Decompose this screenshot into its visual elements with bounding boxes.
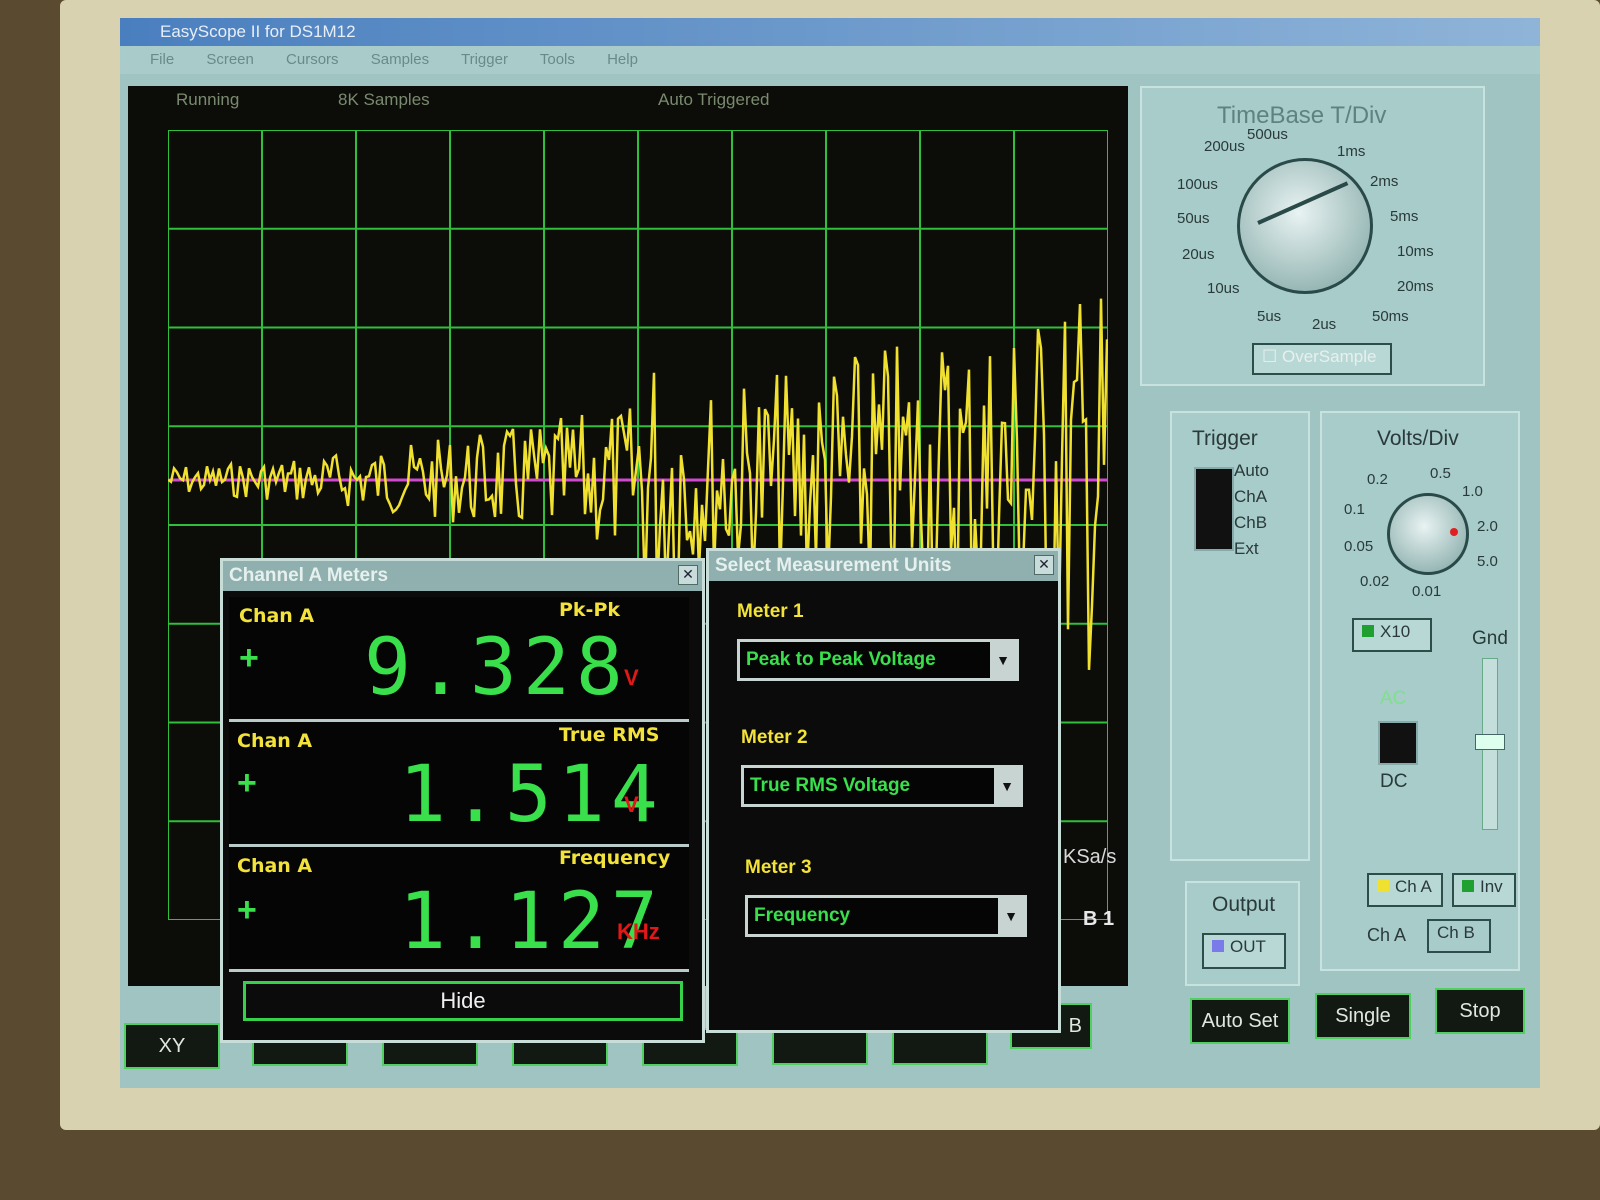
timebase-title: TimeBase T/Div [1217,102,1387,129]
meter-2-label: Meter 2 [741,727,808,748]
trigger-selector[interactable] [1194,467,1234,551]
menu-screen[interactable]: Screen [206,51,254,68]
chevron-down-icon: ▼ [990,642,1016,678]
chevron-down-icon: ▼ [994,768,1020,804]
trigger-panel: Trigger Auto ChA ChB Ext [1170,411,1310,861]
gnd-label: Gnd [1472,628,1508,649]
b1-readout: B 1 [1083,908,1115,930]
menu-samples[interactable]: Samples [371,51,429,68]
x10-checkbox[interactable]: X10 [1352,618,1432,652]
oversample-checkbox[interactable]: ☐ OverSample [1252,343,1392,375]
output-checkbox[interactable]: OUT [1202,933,1286,969]
volts-knob[interactable] [1387,493,1469,575]
trigger-title: Trigger [1192,427,1258,450]
chevron-down-icon: ▼ [998,898,1024,934]
meter-3-select[interactable]: Frequency ▼ [745,895,1027,937]
units-dialog-title: Select Measurement Units [709,551,1058,581]
meters-dialog-title: Channel A Meters [223,561,702,591]
single-button[interactable]: Single [1315,993,1411,1039]
menu-file[interactable]: File [150,51,174,68]
tab-cha[interactable]: Ch A [1367,925,1406,946]
trigger-auto[interactable]: Auto [1234,461,1269,481]
menu-bar: File Screen Cursors Samples Trigger Tool… [120,46,1540,74]
auto-set-button[interactable]: Auto Set [1190,998,1290,1044]
meter-row-2: Chan A True RMS + 1.514 V [229,722,689,847]
status-trigger: Auto Triggered [658,90,770,109]
output-panel: Output OUT [1185,881,1300,986]
plus-sign: + [239,639,259,677]
tab-chb[interactable]: Ch B [1427,919,1491,953]
xy-button[interactable]: XY [124,1023,220,1069]
menu-tools[interactable]: Tools [540,51,575,68]
menu-trigger[interactable]: Trigger [461,51,508,68]
meter-1-select[interactable]: Peak to Peak Voltage ▼ [737,639,1019,681]
meter-row-1: Chan A Pk-Pk + 9.328 V [229,597,689,722]
select-units-dialog: Select Measurement Units ✕ Meter 1 Peak … [706,548,1061,1033]
timebase-knob[interactable] [1237,158,1373,294]
trigger-ext[interactable]: Ext [1234,539,1259,559]
sample-rate-readout: KSa/s [1063,846,1117,868]
window-title: EasyScope II for DS1M12 [120,18,1540,46]
status-samples: 8K Samples [338,90,430,109]
output-title: Output [1212,893,1276,916]
channel-a-meters-dialog: Channel A Meters ✕ Chan A Pk-Pk + 9.328 … [220,558,705,1043]
dc-label: DC [1380,771,1408,792]
plus-sign: + [237,891,257,929]
menu-help[interactable]: Help [607,51,638,68]
status-running: Running [176,90,240,109]
units-close-icon[interactable]: ✕ [1034,555,1054,575]
control-panel: TimeBase T/Div 200us 500us 1ms 2ms 5ms 1… [1140,86,1535,986]
volts-panel: Volts/Div 0.2 0.5 1.0 2.0 5.0 0.01 0.02 … [1320,411,1520,971]
volts-title: Volts/Div [1377,427,1459,450]
menu-cursors[interactable]: Cursors [286,51,339,68]
stop-button[interactable]: Stop [1435,988,1525,1034]
hide-button[interactable]: Hide [243,981,683,1021]
trigger-cha[interactable]: ChA [1234,487,1267,507]
screen: EasyScope II for DS1M12 File Screen Curs… [120,18,1540,1088]
meter-3-label: Meter 3 [745,857,812,878]
coupling-switch[interactable] [1378,721,1418,765]
meter-1-value: 9.328 [364,623,629,713]
meters-close-icon[interactable]: ✕ [678,565,698,585]
meter-1-label: Meter 1 [737,601,804,622]
offset-slider[interactable] [1475,658,1505,830]
trigger-chb[interactable]: ChB [1234,513,1267,533]
ac-label: AC [1380,688,1407,709]
meter-2-select[interactable]: True RMS Voltage ▼ [741,765,1023,807]
meter-row-3: Chan A Frequency + 1.127 KHz [229,847,689,972]
plus-sign: + [237,764,257,802]
cha-checkbox[interactable]: Ch A [1367,873,1443,907]
timebase-panel: TimeBase T/Div 200us 500us 1ms 2ms 5ms 1… [1140,86,1485,386]
inv-checkbox[interactable]: Inv [1452,873,1516,907]
